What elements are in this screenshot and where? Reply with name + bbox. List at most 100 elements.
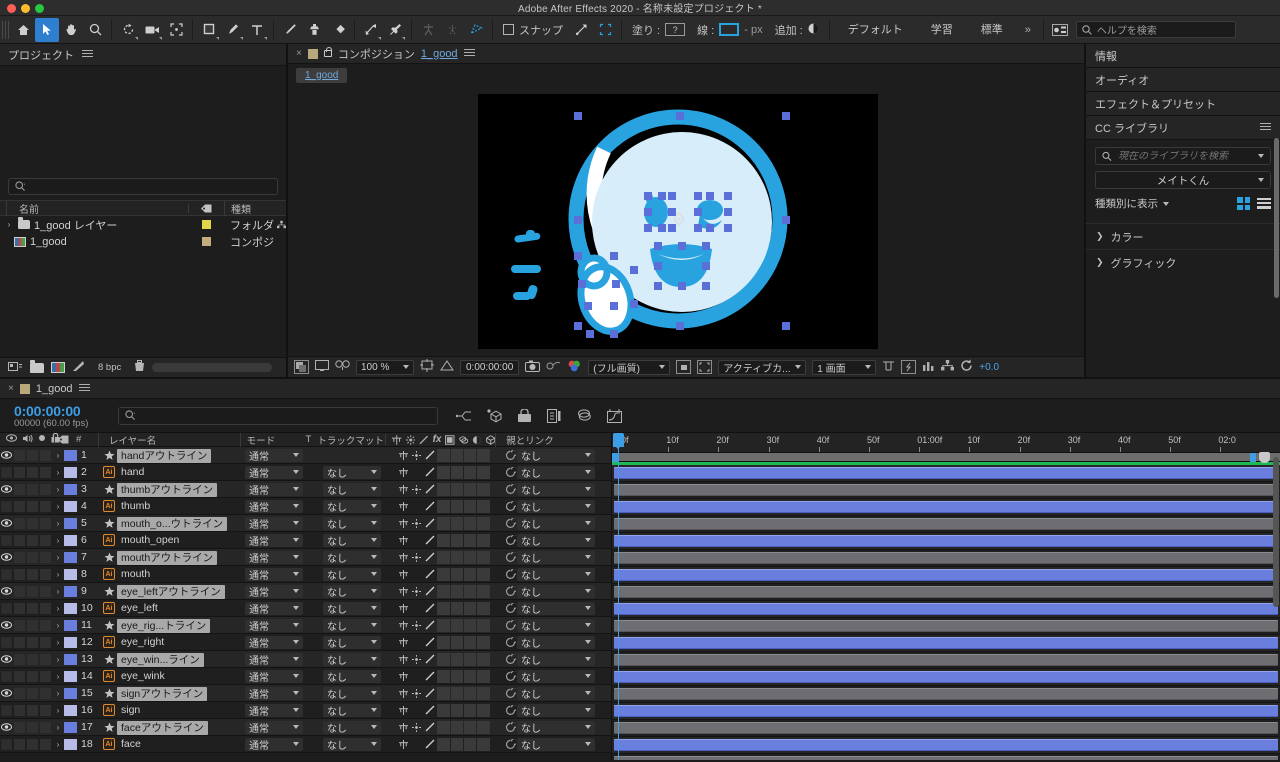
3d-layer-toggle[interactable] [491,704,503,717]
table-row[interactable]: › 2 Ai hand 通常 なし なし [0,464,611,481]
track-matte-select[interactable]: なし [323,465,381,480]
frame-blend-toggle[interactable] [450,533,463,547]
parent-pick-whip[interactable] [503,738,517,750]
composition-mini-flowchart-icon[interactable] [456,408,472,424]
layer-name[interactable]: eye_wink [117,670,169,682]
video-switch[interactable] [0,500,13,512]
quality-toggle[interactable] [424,619,436,632]
adjustment-toggle[interactable] [477,686,490,700]
layer-duration-bar[interactable] [614,637,1278,649]
layer-duration-row[interactable] [612,703,1280,720]
shy-toggle[interactable] [397,517,409,530]
adjustment-toggle[interactable] [477,618,490,632]
anchor-point-tool-icon[interactable] [164,18,188,42]
layer-name[interactable]: mouth_open [117,534,183,546]
frame-blend-toggle[interactable] [450,601,463,615]
effects-toggle[interactable] [437,618,450,632]
video-switch[interactable] [0,621,13,629]
new-comp-icon[interactable] [8,361,23,375]
motion-blur-toggle[interactable] [463,499,477,513]
layer-duration-bar[interactable] [614,552,1278,564]
audio-switch[interactable] [13,619,26,631]
blend-mode-select[interactable]: 通常 [245,516,303,531]
shy-toggle[interactable] [397,619,409,632]
twirl-icon[interactable]: › [52,604,64,613]
project-col-name[interactable]: 名前 [6,200,188,216]
parent-select[interactable]: なし [517,516,595,531]
layer-duration-bar[interactable] [614,535,1278,547]
chevron-down-icon[interactable] [1258,154,1264,158]
layer-duration-row[interactable] [612,601,1280,618]
blend-mode-select[interactable]: 通常 [245,737,303,752]
effects-toggle[interactable] [437,533,450,547]
parent-pick-whip[interactable] [503,500,517,512]
solo-switch[interactable] [26,619,39,631]
layer-name[interactable]: handアウトライン [117,448,212,463]
twirl-icon[interactable]: › [52,655,64,664]
channel-select-icon[interactable] [567,360,582,375]
video-switch[interactable] [0,485,13,493]
zoom-tool-icon[interactable] [83,18,107,42]
3d-layer-toggle[interactable] [491,602,503,615]
timeline-graph-icon[interactable] [922,360,935,375]
audio-switch-header-icon[interactable] [22,434,33,446]
collapse-transform-toggle[interactable] [410,704,422,717]
lock-switch[interactable] [39,670,52,682]
track-matte-select[interactable]: なし [323,720,381,735]
frame-blend-toggle[interactable] [450,465,463,479]
layer-duration-bar[interactable] [614,586,1278,598]
layer-duration-bar[interactable] [614,739,1278,751]
parent-pick-whip[interactable] [503,551,517,563]
quality-toggle[interactable] [424,483,436,496]
frame-blend-toggle[interactable] [450,686,463,700]
shy-toggle[interactable] [397,721,409,734]
quality-toggle[interactable] [424,636,436,649]
enable-frame-blending-icon[interactable] [546,408,562,424]
parent-select[interactable]: なし [517,499,595,514]
layer-duration-row[interactable] [612,635,1280,652]
adjustment-toggle[interactable] [477,465,490,479]
label-swatch[interactable] [64,551,77,563]
label-swatch[interactable] [64,636,77,648]
parent-select[interactable]: なし [517,652,595,667]
track-matte-select[interactable]: なし [323,703,381,718]
label-swatch[interactable] [201,220,211,229]
twirl-icon[interactable]: › [52,723,64,732]
video-switch[interactable] [0,738,13,750]
motion-blur-toggle[interactable] [463,550,477,564]
frame-blend-toggle[interactable] [450,567,463,581]
pen-tool-icon[interactable] [221,18,245,42]
project-scrollbar[interactable] [152,363,273,372]
quality-toggle[interactable] [424,466,436,479]
layer-duration-bar[interactable] [614,756,1278,760]
breadcrumb-item[interactable]: 1_good [296,67,348,83]
layer-name[interactable]: eye_win...ライン [117,652,204,667]
shy-toggle[interactable] [397,449,409,462]
frame-blend-toggle[interactable] [450,618,463,632]
video-switch-header-icon[interactable] [6,434,17,445]
3d-layer-toggle[interactable] [491,551,503,564]
3d-layer-toggle[interactable] [491,721,503,734]
shy-toggle[interactable] [397,670,409,683]
quality-toggle[interactable] [424,704,436,717]
blend-mode-select[interactable]: 通常 [245,482,303,497]
label-swatch[interactable] [64,449,77,461]
solo-switch[interactable] [26,738,39,750]
motion-blur-toggle[interactable] [463,720,477,734]
frame-blend-toggle[interactable] [450,720,463,734]
puppet-pin-tool-icon[interactable] [383,18,407,42]
table-row[interactable]: › 17 faceアウトライン 通常 なし なし [0,719,611,736]
color-depth-button[interactable]: 8 bpc [92,361,127,374]
layer-duration-row[interactable] [612,720,1280,737]
layer-name[interactable]: faceアウトライン [117,720,208,735]
lock-switch[interactable] [39,500,52,512]
solo-switch[interactable] [26,466,39,478]
video-switch[interactable] [0,689,13,697]
parent-pick-whip[interactable] [503,670,517,682]
collapse-transform-toggle[interactable] [410,483,422,496]
solo-switch[interactable] [26,500,39,512]
table-row[interactable]: › 7 mouthアウトライン 通常 なし なし [0,549,611,566]
quality-toggle[interactable] [424,585,436,598]
new-composition-icon[interactable] [51,362,65,373]
shy-toggle[interactable] [397,653,409,666]
